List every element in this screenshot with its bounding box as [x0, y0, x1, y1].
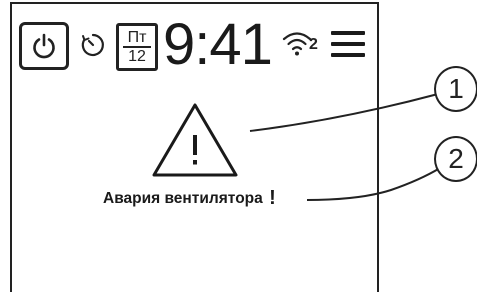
callout-leaders — [249, 93, 441, 201]
callout-2: 2 — [434, 136, 477, 182]
callout-1: 1 — [434, 66, 477, 112]
